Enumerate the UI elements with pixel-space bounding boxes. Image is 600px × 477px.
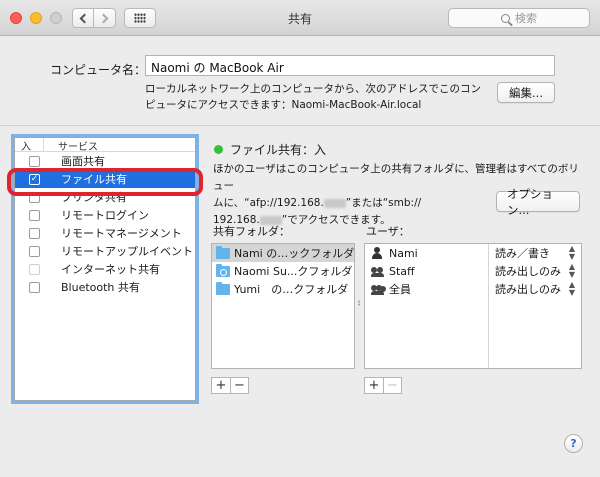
search-placeholder: 検索 [515,12,537,25]
permission-popup[interactable]: 読み出しのみ ▲ ▼ [489,262,581,280]
service-checkbox[interactable] [29,155,40,167]
service-checkbox[interactable] [29,263,40,275]
user-name: 全員 [389,283,411,296]
description-line-2a: ムに、“afp://192.168. [213,197,324,209]
users-label: ユーザ： [366,225,410,238]
updown-arrows-icon: ▲ ▼ [568,244,575,261]
folder-row[interactable]: Yumi の…クフォルダ [212,280,354,298]
service-label: 画面共有 [61,155,105,168]
user-name: Nami [389,246,418,260]
folder-name: Nami の…ックフォルダ [234,247,354,260]
computer-access-description: ローカルネットワーク上のコンピュータから、次のアドレスでこのコンピュータにアクセ… [145,83,481,111]
user-icon [371,247,383,259]
search-field[interactable]: 検索 [448,8,590,28]
permission-popup[interactable]: 読み／書き ▲ ▼ [489,244,581,262]
help-button[interactable]: ? [564,434,583,453]
folder-name: Yumi の…クフォルダ [234,283,349,296]
folder-icon [216,245,230,259]
folder-add-remove: + − [211,377,249,394]
folder-row[interactable]: Naomi Su...クフォルダ [212,262,354,280]
service-status: ファイル共有：入 [230,143,327,157]
permission-column: 読み／書き ▲ ▼ 読み出しのみ ▲ ▼ 読み出しのみ ▲ ▼ [489,244,581,368]
service-label: Bluetooth 共有 [61,281,140,294]
service-row[interactable]: インターネット共有 [15,260,195,278]
users-list[interactable]: Nami Staff 全員 読み／書き ▲ ▼ 読み出しのみ ▲ ▼ 読み出しのみ ▲ ▼ [364,243,582,369]
status-indicator-icon [214,145,223,154]
service-checkbox[interactable] [29,245,40,257]
options-button[interactable]: オプション... [496,187,580,217]
column-header-service[interactable]: サービス [43,138,98,153]
service-row[interactable]: Bluetooth 共有 [15,278,195,296]
user-name: Staff [389,264,415,278]
user-name-column: Nami Staff 全員 [365,244,489,368]
folder-icon [216,281,230,295]
everyone-icon [371,284,385,295]
permission-popup[interactable]: 読み出しのみ ▲ ▼ [489,280,581,298]
service-row[interactable]: リモートマネージメント [15,224,195,242]
divider [0,125,600,126]
service-list-header: 入 サービス [15,138,195,153]
service-label: インターネット共有 [61,263,160,276]
split-handle[interactable] [357,300,361,306]
user-add-remove: + − [364,377,402,394]
service-checkbox[interactable] [29,281,40,293]
remove-folder-button[interactable]: − [230,378,248,393]
column-header-on[interactable]: 入 [15,138,43,153]
user-row[interactable]: Nami [365,244,488,262]
computer-name-label: コンピュータ名： [50,63,147,77]
computer-name-input[interactable]: Naomi の MacBook Air [145,55,555,76]
service-label: リモートログイン [61,209,149,222]
description-line-2b: ”または“smb:// [345,197,422,209]
group-icon [371,266,385,277]
updown-arrows-icon: ▲ ▼ [568,280,575,297]
service-checkbox[interactable] [29,227,40,239]
permission-value: 読み／書き [495,247,550,260]
updown-arrows-icon: ▲ ▼ [568,262,575,279]
title-bar: 共有 検索 [0,0,600,36]
service-label: リモートマネージメント [61,227,182,240]
permission-value: 読み出しのみ [495,265,561,278]
edit-button[interactable]: 編集... [497,82,555,103]
remove-user-button[interactable]: − [383,378,401,393]
service-label: リモートアップルイベント [61,245,193,258]
user-row[interactable]: Staff [365,262,488,280]
shared-folders-list[interactable]: Nami の…ックフォルダ Naomi Su...クフォルダ Yumi の…クフォル… [211,243,355,369]
service-checkbox[interactable] [29,209,40,221]
add-user-button[interactable]: + [365,378,383,393]
permission-value: 読み出しのみ [495,283,561,296]
service-row[interactable]: リモートアップルイベント [15,242,195,260]
redacted-ip [323,198,346,208]
add-folder-button[interactable]: + [212,378,230,393]
service-row[interactable]: リモートログイン [15,206,195,224]
user-row[interactable]: 全員 [365,280,488,298]
folder-icon [216,263,230,277]
folder-row[interactable]: Nami の…ックフォルダ [212,244,354,262]
folder-name: Naomi Su...クフォルダ [234,265,353,278]
shared-folders-label: 共有フォルダ： [213,225,290,238]
annotation-highlight [7,168,203,196]
search-icon [501,13,510,23]
